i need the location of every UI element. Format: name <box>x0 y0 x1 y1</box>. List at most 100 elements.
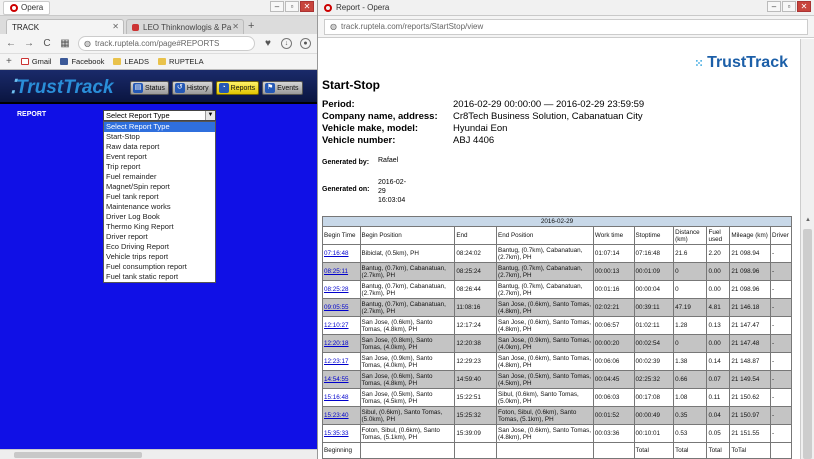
dropdown-option[interactable]: Driver report <box>104 232 215 242</box>
dropdown-option[interactable]: Vehicle trips report <box>104 252 215 262</box>
bookmark-leads[interactable]: LEADS <box>113 57 149 66</box>
horizontal-scrollbar[interactable] <box>0 449 317 459</box>
forward-icon[interactable]: → <box>24 38 34 49</box>
dropdown-option[interactable]: Trip report <box>104 162 215 172</box>
left-browser-window: Opera – ▫ ✕ TRACK ✕ LEO Thinknowlogis & … <box>0 0 318 459</box>
report-address-field[interactable]: ◍ track.ruptela.com/reports/StartStop/vi… <box>324 18 808 35</box>
vertical-scrollbar[interactable]: ▲ <box>800 39 814 459</box>
minimize-button[interactable]: – <box>270 1 284 12</box>
dropdown-option[interactable]: Start-Stop <box>104 132 215 142</box>
info-vehicle-model: Vehicle make, model: Hyundai Eon <box>322 123 507 134</box>
table-cell: 07:16:48 <box>633 244 675 263</box>
total-cell <box>454 442 497 459</box>
table-cell: 00:00:49 <box>633 406 675 425</box>
table-row: 08:25:28 Bantug, (0.7km), Cabanatuan, (2.… <box>322 280 792 299</box>
close-window-button[interactable]: ✕ <box>797 1 811 12</box>
folder-icon <box>157 58 166 65</box>
url-text: track.ruptela.com/page#REPORTS <box>94 39 220 48</box>
table-cell: 00:17:08 <box>633 388 675 407</box>
begin-time-link[interactable]: 12:20:18 <box>322 334 361 353</box>
begin-time-link[interactable]: 08:25:28 <box>322 280 361 299</box>
begin-time-link[interactable]: 08:25:11 <box>322 262 361 281</box>
close-tab-icon[interactable]: ✕ <box>232 22 239 31</box>
address-field[interactable]: ◍ track.ruptela.com/page#REPORTS <box>78 36 255 51</box>
info-key: Company name, address: <box>322 111 438 122</box>
dropdown-option[interactable]: Raw data report <box>104 142 215 152</box>
table-cell: San Jose, (0.8km), Santo Tomas, (4.0km),… <box>359 334 456 353</box>
opera-menu-button[interactable]: Opera <box>3 0 51 15</box>
nav-events-button[interactable]: ⚑ Events <box>262 81 303 95</box>
gen-date-part: 29 <box>378 188 386 195</box>
report-label: REPORT <box>17 111 47 118</box>
account-icon[interactable]: ● <box>300 38 311 49</box>
home-grid-icon[interactable]: ▦ <box>60 38 70 49</box>
back-icon[interactable]: ← <box>6 38 16 49</box>
table-cell: 11:08:16 <box>454 298 497 317</box>
site-favicon-icon <box>132 23 139 31</box>
begin-time-link[interactable]: 15:16:48 <box>322 388 361 407</box>
table-cell: 21 098.96 <box>729 262 772 281</box>
scrollbar-thumb[interactable] <box>14 452 142 458</box>
dropdown-option[interactable]: Maintenance works <box>104 202 215 212</box>
dropdown-option[interactable]: Thermo King Report <box>104 222 215 232</box>
info-key: Vehicle number: <box>322 135 396 146</box>
nav-history-button[interactable]: ↺ History <box>171 81 213 95</box>
window-title: Report - Opera <box>336 3 390 12</box>
nav-reports-button[interactable]: ◔ Reports <box>215 81 260 95</box>
begin-time-link[interactable]: 07:16:48 <box>322 244 361 263</box>
table-cell: 01:07:14 <box>592 244 635 263</box>
start-stop-table: 2016-02-29 Begin Time Begin Position End En… <box>322 216 792 459</box>
dropdown-option[interactable]: Fuel tank report <box>104 192 215 202</box>
table-cell: 1.38 <box>673 352 708 371</box>
table-cell: - <box>770 388 792 407</box>
begin-time-link[interactable]: 12:23:17 <box>322 352 361 371</box>
table-cell: 0.04 <box>706 406 731 425</box>
new-tab-icon[interactable]: + <box>248 19 254 34</box>
table-cell: 00:00:13 <box>592 262 635 281</box>
table-row: 15:35:33 Foton, Sibul, (0.6km), Santo Tom… <box>322 424 792 443</box>
chevron-down-icon[interactable]: ▼ <box>205 111 215 120</box>
nav-status-button[interactable]: ▤ Status <box>130 81 169 95</box>
table-cell: 21 147.47 <box>729 316 772 335</box>
tab-leo[interactable]: LEO Thinknowlogis & Pa ✕ <box>126 19 244 34</box>
dropdown-option[interactable]: Event report <box>104 152 215 162</box>
begin-time-link[interactable]: 09:05:55 <box>322 298 361 317</box>
bookmark-gmail[interactable]: Gmail <box>20 57 51 66</box>
total-cell <box>592 442 635 459</box>
maximize-button[interactable]: ▫ <box>285 1 299 12</box>
dropdown-option[interactable]: Driver Log Book <box>104 212 215 222</box>
begin-time-link[interactable]: 15:35:33 <box>322 424 361 443</box>
bookmark-ruptela[interactable]: RUPTELA <box>157 57 204 66</box>
maximize-button[interactable]: ▫ <box>782 1 796 12</box>
close-tab-icon[interactable]: ✕ <box>112 22 119 31</box>
total-cell <box>770 442 792 459</box>
dropdown-option[interactable]: Magnet/Spin report <box>104 182 215 192</box>
dropdown-option[interactable]: Fuel consumption report <box>104 262 215 272</box>
dropdown-option[interactable]: Fuel tank static report <box>104 272 215 282</box>
scrollbar-thumb[interactable] <box>803 229 812 459</box>
table-cell: San Jose, (0.6km), Santo Tomas, (4.8km),… <box>496 352 594 371</box>
table-date-header: 2016-02-29 <box>322 216 792 227</box>
dropdown-option[interactable]: Fuel remainder <box>104 172 215 182</box>
table-cell: 00:01:52 <box>592 406 635 425</box>
begin-time-link[interactable]: 14:54:55 <box>322 370 361 389</box>
table-cell: 21 148.87 <box>729 352 772 371</box>
bookmark-facebook[interactable]: Facebook <box>60 57 104 66</box>
report-window: Report - Opera – ▫ ✕ ◍ track.ruptela.com… <box>318 0 814 459</box>
close-window-button[interactable]: ✕ <box>300 1 314 12</box>
dropdown-option[interactable]: Eco Driving Report <box>104 242 215 252</box>
reload-icon[interactable]: C <box>42 38 52 49</box>
column-header: Begin Position <box>359 226 456 245</box>
begin-time-link[interactable]: 12:10:27 <box>322 316 361 335</box>
add-bookmark-icon[interactable]: + <box>6 56 12 67</box>
begin-time-link[interactable]: 15:23:40 <box>322 406 361 425</box>
heart-icon[interactable]: ♥ <box>263 38 273 49</box>
table-cell: 0 <box>673 262 708 281</box>
report-type-select[interactable]: Select Report Type ▼ <box>103 110 216 121</box>
dropdown-option[interactable]: Select Report Type <box>104 122 215 132</box>
tab-track[interactable]: TRACK ✕ <box>6 19 124 34</box>
minimize-button[interactable]: – <box>767 1 781 12</box>
scroll-up-icon[interactable]: ▲ <box>803 217 813 225</box>
history-icon: ↺ <box>174 83 185 93</box>
download-icon[interactable]: ↓ <box>281 38 292 49</box>
